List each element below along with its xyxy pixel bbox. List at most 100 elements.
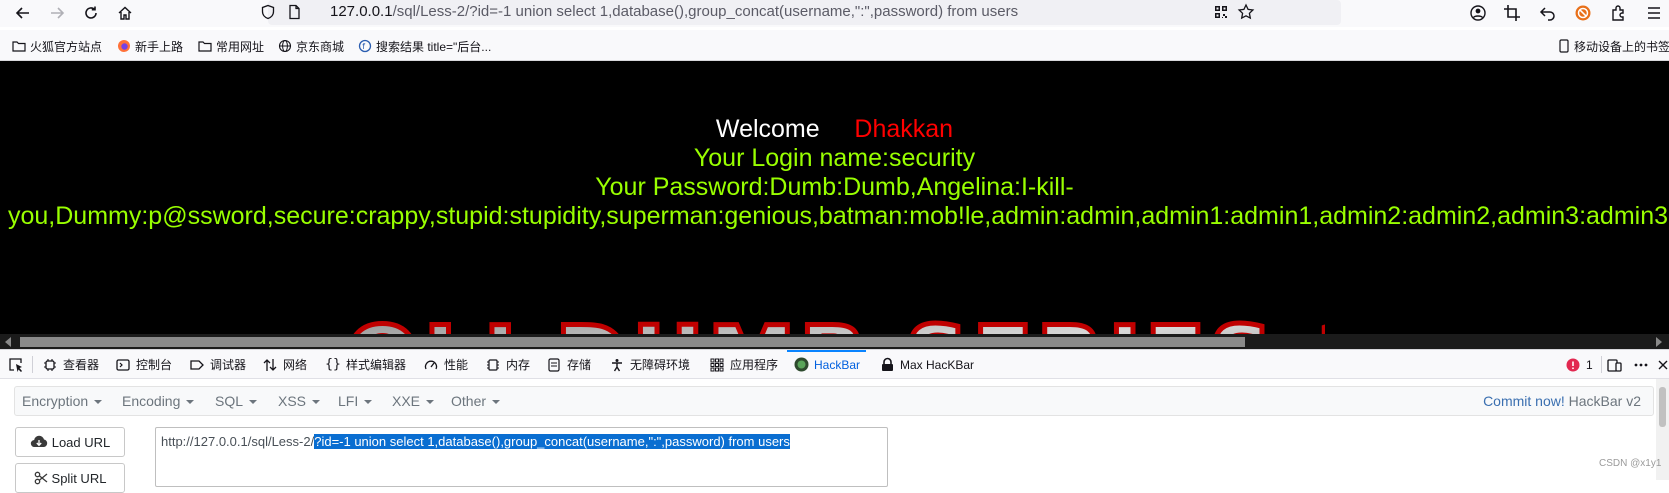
accessibility-icon (609, 357, 625, 373)
tab-hackbar[interactable]: HackBar (786, 350, 867, 379)
tab-label: 样式编辑器 (346, 358, 407, 372)
welcome-line: Welcome Dhakkan (0, 115, 1669, 144)
chevron-down-icon (364, 400, 373, 405)
bookmark-label: 搜索结果 title="后台... (376, 39, 492, 54)
commit-now-link[interactable]: Commit now! (1483, 393, 1565, 409)
menu-label: LFI (338, 393, 359, 409)
scroll-left-icon[interactable] (5, 337, 11, 347)
bookmark-item[interactable]: 火狐官方站点 (12, 37, 102, 55)
storage-icon (546, 357, 562, 373)
bookmark-item[interactable]: 常用网址 (198, 37, 264, 55)
toolbar-divider (1601, 356, 1602, 373)
home-icon (118, 6, 132, 20)
tab-memory[interactable]: 内存 (485, 350, 530, 379)
reload-button[interactable] (80, 2, 102, 24)
bookmark-label: 京东商城 (296, 39, 345, 54)
menu-label: Other (451, 393, 487, 409)
home-button[interactable] (114, 2, 136, 24)
hackbar-version: HackBar v2 (1568, 393, 1641, 409)
bookmark-item[interactable]: f 搜索结果 title="后台... (358, 37, 491, 55)
address-bar[interactable]: 127.0.0.1/sql/Less-2/?id=-1 union select… (261, 0, 1341, 25)
undo-button[interactable] (1538, 3, 1558, 23)
tab-debugger[interactable]: 调试器 (189, 350, 246, 379)
qr-code-icon[interactable] (1213, 4, 1229, 20)
tab-label: 存储 (567, 358, 592, 372)
hackbar-icon (793, 357, 809, 373)
scroll-right-icon[interactable] (1656, 337, 1662, 347)
menu-encryption[interactable]: Encryption (22, 393, 103, 409)
bookmark-label: 常用网址 (216, 39, 265, 54)
menu-xxe[interactable]: XXE (392, 393, 435, 409)
page-info-icon[interactable] (286, 4, 302, 20)
tab-label: 控制台 (136, 358, 173, 372)
tab-max-hackbar[interactable]: Max HacKBar (879, 350, 974, 379)
tab-network[interactable]: 网络 (262, 350, 307, 379)
responsive-design-icon (1607, 357, 1623, 373)
console-icon (115, 357, 131, 373)
tab-accessibility[interactable]: 无障碍环境 (609, 350, 690, 379)
globe-icon (278, 39, 292, 53)
error-count: 1 (1586, 357, 1593, 372)
url-prefix: http://127.0.0.1/sql/Less-2/ (161, 434, 315, 449)
split-url-button[interactable]: Split URL (15, 463, 125, 493)
element-picker-button[interactable] (8, 350, 24, 379)
tab-application[interactable]: 应用程序 (709, 350, 778, 379)
hamburger-icon (1648, 7, 1660, 19)
tab-style-editor[interactable]: {} 样式编辑器 (325, 350, 406, 379)
load-url-button[interactable]: Load URL (15, 427, 125, 457)
csdn-watermark: CSDN @x1y1 (1599, 458, 1662, 469)
tab-inspector[interactable]: 查看器 (42, 350, 99, 379)
more-options-icon (1633, 357, 1649, 373)
bookmark-star-icon[interactable] (1237, 3, 1255, 21)
password-line-2: you,Dummy:p@ssword,secure:crappy,stupid:… (8, 202, 1669, 230)
forward-button[interactable] (46, 2, 68, 24)
performance-icon (423, 357, 439, 373)
app-menu-button[interactable] (1644, 3, 1664, 23)
bookmark-label: 火狐官方站点 (30, 39, 103, 54)
browser-toolbar: 127.0.0.1/sql/Less-2/?id=-1 union select… (0, 0, 1669, 27)
error-count-indicator[interactable]: 1 (1565, 350, 1593, 379)
tab-performance[interactable]: 性能 (423, 350, 468, 379)
account-button[interactable] (1468, 3, 1488, 23)
close-devtools-button[interactable] (1655, 350, 1669, 379)
chevron-down-icon (492, 400, 501, 405)
folder-icon (198, 41, 212, 52)
close-icon (1655, 357, 1669, 373)
tab-label: 应用程序 (730, 358, 779, 372)
tab-label: HackBar (814, 357, 861, 372)
hackbar-panel: Encryption Encoding SQL XSS LFI XXE Othe… (0, 379, 1669, 493)
menu-label: Encoding (122, 393, 181, 409)
responsive-design-button[interactable] (1607, 350, 1628, 379)
block-icon (1575, 5, 1591, 21)
blocker-extension-button[interactable] (1573, 3, 1593, 23)
url-text[interactable]: 127.0.0.1/sql/Less-2/?id=-1 union select… (330, 3, 1018, 20)
horizontal-scrollbar[interactable] (0, 334, 1669, 349)
network-icon (262, 357, 278, 373)
vertical-scroll-thumb[interactable] (1659, 387, 1666, 427)
mobile-bookmarks-folder[interactable]: 移动设备上的书签 (1558, 37, 1669, 55)
tab-label: 无障碍环境 (630, 358, 691, 372)
hackbar-url-textarea[interactable]: http://127.0.0.1/sql/Less-2/?id=-1 union… (155, 427, 888, 487)
bookmark-item[interactable]: 新手上路 (117, 37, 183, 55)
menu-xss[interactable]: XSS (278, 393, 321, 409)
menu-label: XSS (278, 393, 307, 409)
tab-label: 内存 (506, 358, 531, 372)
url-selected-query: ?id=-1 union select 1,database(),group_c… (314, 434, 790, 449)
bookmark-item[interactable]: 京东商城 (278, 37, 344, 55)
chevron-down-icon (249, 400, 258, 405)
extensions-button[interactable] (1609, 3, 1629, 23)
svg-text:f: f (362, 42, 365, 51)
menu-encoding[interactable]: Encoding (122, 393, 195, 409)
tab-label: 调试器 (210, 358, 247, 372)
devtools-options-button[interactable] (1633, 350, 1654, 379)
horizontal-scroll-thumb[interactable] (20, 337, 1245, 347)
screenshot-button[interactable] (1502, 3, 1522, 23)
tab-console[interactable]: 控制台 (115, 350, 172, 379)
menu-sql[interactable]: SQL (215, 393, 258, 409)
shield-icon[interactable] (260, 4, 276, 20)
back-button[interactable] (12, 2, 34, 24)
menu-other[interactable]: Other (451, 393, 501, 409)
password-line-1: Your Password:Dumb:Dumb,Angelina:I-kill- (595, 173, 1074, 201)
tab-storage[interactable]: 存储 (546, 350, 591, 379)
menu-lfi[interactable]: LFI (338, 393, 373, 409)
